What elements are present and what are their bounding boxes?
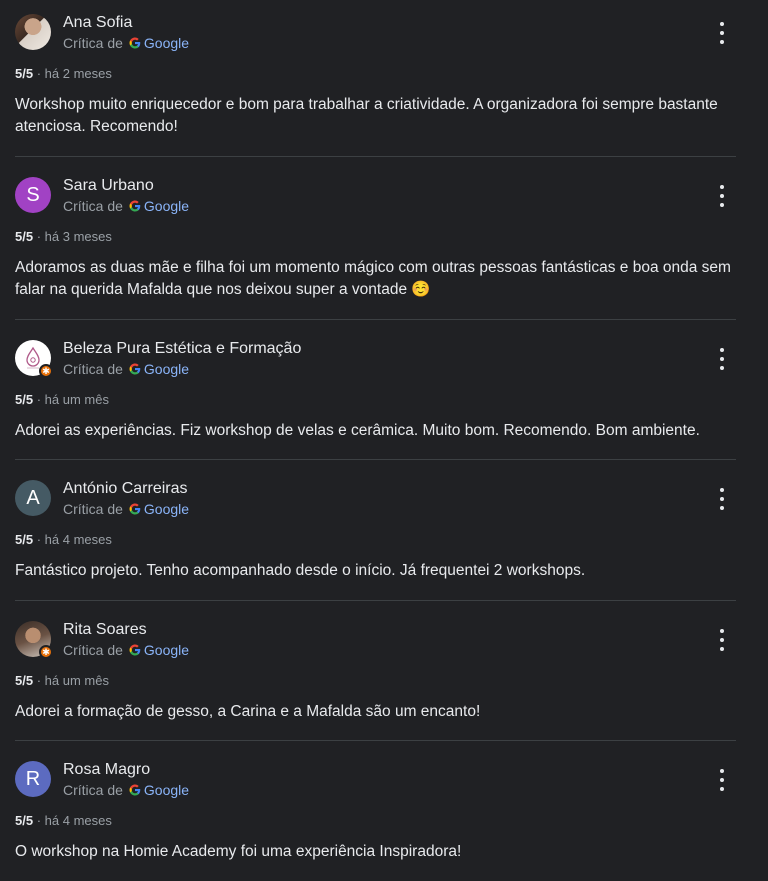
review-source: Crítica de Google bbox=[63, 35, 189, 51]
source-prefix: Crítica de bbox=[63, 782, 123, 798]
meta-separator: · bbox=[36, 66, 45, 81]
google-g-icon bbox=[129, 363, 141, 375]
reviewer-avatar[interactable]: R bbox=[15, 761, 51, 797]
rating: 5/5 bbox=[15, 392, 34, 407]
more-options-icon[interactable] bbox=[715, 488, 729, 510]
more-options-icon[interactable] bbox=[715, 629, 729, 651]
source-prefix: Crítica de bbox=[63, 35, 123, 51]
review-meta: 5/5 · há 2 meses bbox=[15, 66, 112, 81]
review-item: R Rosa Magro Crítica de Google 5/5 · há … bbox=[15, 761, 736, 871]
reviewer-name[interactable]: Rita Soares bbox=[63, 621, 147, 639]
rating: 5/5 bbox=[15, 532, 34, 547]
review-time: há 4 meses bbox=[44, 532, 112, 547]
review-item: ✱ Beleza Pura Estética e Formação Crític… bbox=[15, 340, 736, 450]
source-brand[interactable]: Google bbox=[144, 642, 189, 658]
rating: 5/5 bbox=[15, 229, 34, 244]
source-prefix: Crítica de bbox=[63, 198, 123, 214]
divider bbox=[15, 740, 736, 741]
google-g-icon bbox=[129, 644, 141, 656]
reviewer-name[interactable]: Rosa Magro bbox=[63, 761, 150, 779]
rating: 5/5 bbox=[15, 66, 34, 81]
review-source: Crítica de Google bbox=[63, 198, 189, 214]
meta-separator: · bbox=[36, 229, 45, 244]
review-time: há 3 meses bbox=[44, 229, 112, 244]
review-meta: 5/5 · há um mês bbox=[15, 392, 109, 407]
review-item: S Sara Urbano Crítica de Google 5/5 · há… bbox=[15, 177, 736, 307]
reviewer-avatar[interactable]: ✱ bbox=[15, 621, 53, 659]
google-g-icon bbox=[129, 200, 141, 212]
more-options-icon[interactable] bbox=[715, 769, 729, 791]
review-source: Crítica de Google bbox=[63, 782, 189, 798]
review-source: Crítica de Google bbox=[63, 501, 189, 517]
source-brand[interactable]: Google bbox=[144, 782, 189, 798]
more-options-icon[interactable] bbox=[715, 185, 729, 207]
rating: 5/5 bbox=[15, 673, 34, 688]
review-source: Crítica de Google bbox=[63, 361, 189, 377]
more-options-icon[interactable] bbox=[715, 22, 729, 44]
divider bbox=[15, 600, 736, 601]
reviewer-name[interactable]: António Carreiras bbox=[63, 480, 188, 498]
review-time: há 2 meses bbox=[44, 66, 112, 81]
review-text: Fantástico projeto. Tenho acompanhado de… bbox=[15, 562, 586, 579]
review-time: há um mês bbox=[44, 673, 109, 688]
review-item: ✱ Rita Soares Crítica de Google 5/5 · há… bbox=[15, 621, 736, 731]
reviewer-avatar[interactable]: ✱ bbox=[15, 340, 53, 378]
source-brand[interactable]: Google bbox=[144, 35, 189, 51]
reviewer-name[interactable]: Beleza Pura Estética e Formação bbox=[63, 340, 301, 358]
reviewer-name[interactable]: Ana Sofia bbox=[63, 14, 132, 32]
reviewer-avatar[interactable]: S bbox=[15, 177, 51, 213]
source-brand[interactable]: Google bbox=[144, 198, 189, 214]
avatar-initial: S bbox=[15, 177, 51, 213]
google-g-icon bbox=[129, 503, 141, 515]
source-prefix: Crítica de bbox=[63, 361, 123, 377]
review-source: Crítica de Google bbox=[63, 642, 189, 658]
review-text: Adorei a formação de gesso, a Carina e a… bbox=[15, 703, 481, 720]
meta-separator: · bbox=[36, 532, 45, 547]
more-options-icon[interactable] bbox=[715, 348, 729, 370]
review-time: há 4 meses bbox=[44, 813, 112, 828]
rating: 5/5 bbox=[15, 813, 34, 828]
review-text: Adoramos as duas mãe e filha foi um mome… bbox=[15, 259, 731, 298]
source-brand[interactable]: Google bbox=[144, 501, 189, 517]
review-meta: 5/5 · há um mês bbox=[15, 673, 109, 688]
avatar-initial: R bbox=[15, 761, 51, 797]
review-item: A António Carreiras Crítica de Google 5/… bbox=[15, 480, 736, 590]
review-item: Ana Sofia Crítica de Google 5/5 · há 2 m… bbox=[15, 14, 736, 144]
review-meta: 5/5 · há 3 meses bbox=[15, 229, 112, 244]
review-meta: 5/5 · há 4 meses bbox=[15, 532, 112, 547]
profile-photo bbox=[15, 14, 51, 50]
review-text: O workshop na Homie Academy foi uma expe… bbox=[15, 843, 462, 860]
reviewer-avatar[interactable] bbox=[15, 14, 51, 50]
review-time: há um mês bbox=[44, 392, 109, 407]
google-g-icon bbox=[129, 784, 141, 796]
meta-separator: · bbox=[36, 813, 45, 828]
divider bbox=[15, 459, 736, 460]
divider bbox=[15, 319, 736, 320]
source-prefix: Crítica de bbox=[63, 642, 123, 658]
meta-separator: · bbox=[36, 673, 45, 688]
divider bbox=[15, 156, 736, 157]
review-text: Workshop muito enriquecedor e bom para t… bbox=[15, 96, 718, 135]
source-brand[interactable]: Google bbox=[144, 361, 189, 377]
reviewer-avatar[interactable]: A bbox=[15, 480, 51, 516]
review-meta: 5/5 · há 4 meses bbox=[15, 813, 112, 828]
reviewer-name[interactable]: Sara Urbano bbox=[63, 177, 154, 195]
source-prefix: Crítica de bbox=[63, 501, 123, 517]
local-guide-badge-icon: ✱ bbox=[39, 645, 53, 659]
google-g-icon bbox=[129, 37, 141, 49]
avatar-initial: A bbox=[15, 480, 51, 516]
review-text: Adorei as experiências. Fiz workshop de … bbox=[15, 422, 700, 439]
local-guide-badge-icon: ✱ bbox=[39, 364, 53, 378]
meta-separator: · bbox=[36, 392, 45, 407]
